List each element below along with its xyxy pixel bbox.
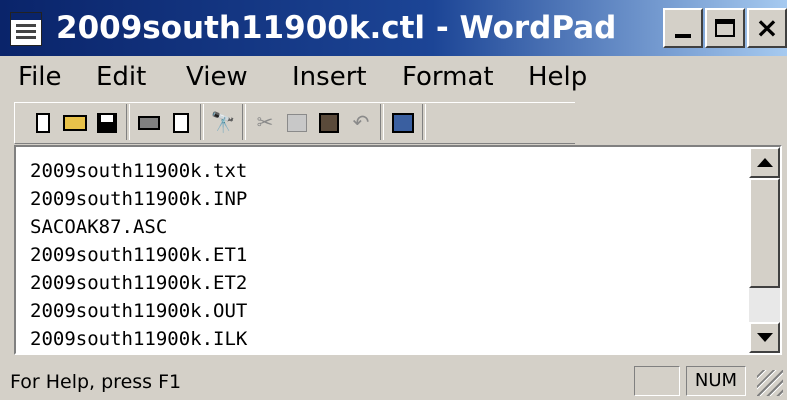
cut-button[interactable]: ✂ [250,108,280,138]
minimize-button[interactable] [663,8,703,48]
scroll-thumb[interactable] [749,178,780,288]
status-help-text: For Help, press F1 [10,371,182,393]
maximize-icon [715,19,735,37]
open-folder-icon [63,115,87,131]
scroll-up-button[interactable] [749,147,780,178]
close-icon: × [755,11,779,44]
close-button[interactable]: × [747,8,787,48]
undo-button[interactable]: ↶ [346,108,376,138]
document-line: 2009south11900k.txt [30,160,248,182]
toolbar-divider [126,104,130,140]
window-title: 2009south11900k.ctl - WordPad [56,10,617,46]
find-button[interactable]: 🔭 [208,108,238,138]
minimize-icon [675,34,691,38]
new-button[interactable] [28,108,58,138]
wordpad-app-icon[interactable] [10,12,42,46]
cut-scissors-icon: ✂ [256,112,274,134]
document-line: 2009south11900k.INP [30,188,248,210]
resize-grip-icon[interactable] [757,370,783,396]
document-line: 2009south11900k.ILK [30,328,248,350]
document-line: SACOAK87.ASC [30,216,168,238]
menu-help[interactable]: Help [528,60,587,94]
toolbar-divider [380,104,384,140]
menu-file[interactable]: File [18,60,62,94]
save-disk-icon [97,113,117,133]
toolbar-divider [422,104,426,140]
document-line: 2009south11900k.OUT [30,300,248,322]
menu-edit[interactable]: Edit [96,60,146,94]
menu-insert[interactable]: Insert [292,60,367,94]
paste-button[interactable] [314,108,344,138]
menu-bar: File Edit View Insert Format Help [0,58,787,98]
document-line: 2009south11900k.ET1 [30,244,248,266]
vertical-scrollbar[interactable] [749,147,780,353]
arrow-up-icon [756,158,773,167]
wordpad-window: 2009south11900k.ctl - WordPad × File Edi… [0,0,787,400]
scroll-down-button[interactable] [749,322,780,353]
title-bar[interactable]: 2009south11900k.ctl - WordPad × [0,0,787,56]
date-time-button[interactable] [388,108,418,138]
status-panel-empty [634,366,680,396]
find-binoculars-icon: 🔭 [210,112,236,134]
document-text[interactable]: 2009south11900k.txt 2009south11900k.INP … [30,157,247,353]
toolbar-divider [242,104,246,140]
date-time-icon [392,113,414,133]
print-button[interactable] [134,108,164,138]
new-document-icon [36,113,50,133]
document-line: 2009south11900k.ET2 [30,272,248,294]
copy-button[interactable] [282,108,312,138]
undo-icon: ↶ [352,112,370,134]
paste-clipboard-icon [319,113,339,133]
save-button[interactable] [92,108,122,138]
print-preview-button[interactable] [166,108,196,138]
num-lock-indicator: NUM [686,366,746,396]
arrow-down-icon [756,333,773,342]
maximize-button[interactable] [705,8,745,48]
print-preview-icon [173,113,189,133]
menu-view[interactable]: View [186,60,248,94]
print-icon [138,116,160,130]
open-button[interactable] [60,108,90,138]
status-bar: For Help, press F1 NUM [0,362,787,400]
menu-format[interactable]: Format [402,60,494,94]
toolbar-divider [200,104,204,140]
copy-icon [287,114,307,132]
